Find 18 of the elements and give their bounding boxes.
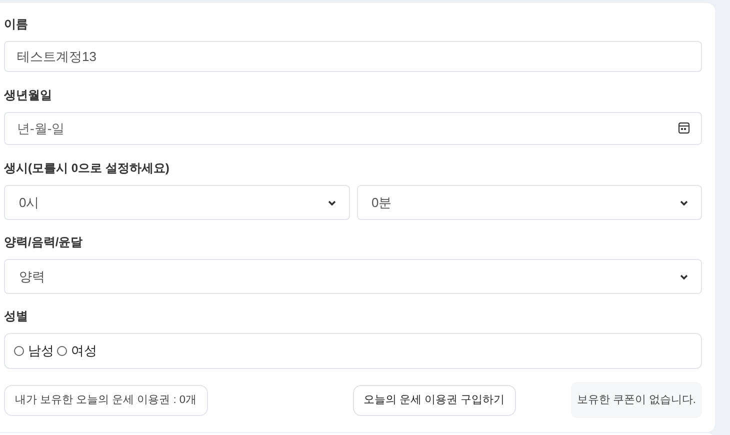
calendar-icon[interactable] [678,122,690,134]
field-label: 생시(모를시 0으로 설정하세요) [4,160,170,177]
ticket-count: 내가 보유한 오늘의 운세 이용권 : 0개 [4,384,208,416]
coupon-message: 보유한 쿠폰이 없습니다. [570,382,702,418]
dropdown[interactable]: 양력 [4,259,702,294]
field-label: 생년월일 [4,87,52,104]
radio-button[interactable] [14,346,24,356]
field-label: 이름 [4,16,28,33]
date-field[interactable]: 년-월-일 [4,112,702,145]
buy-ticket-button[interactable]: 오늘의 운세 이용권 구입하기 [352,384,516,416]
radio-label[interactable]: 여성 [71,341,97,361]
name-field[interactable]: 테스트계정13 [4,41,702,72]
radio-label[interactable]: 남성 [28,341,54,361]
dropdown[interactable]: 0분 [356,185,702,220]
field-label: 양력/음력/윤달 [4,234,83,251]
dropdown[interactable]: 0시 [4,185,350,220]
radio-button[interactable] [57,346,67,356]
field-label: 성별 [4,308,28,325]
